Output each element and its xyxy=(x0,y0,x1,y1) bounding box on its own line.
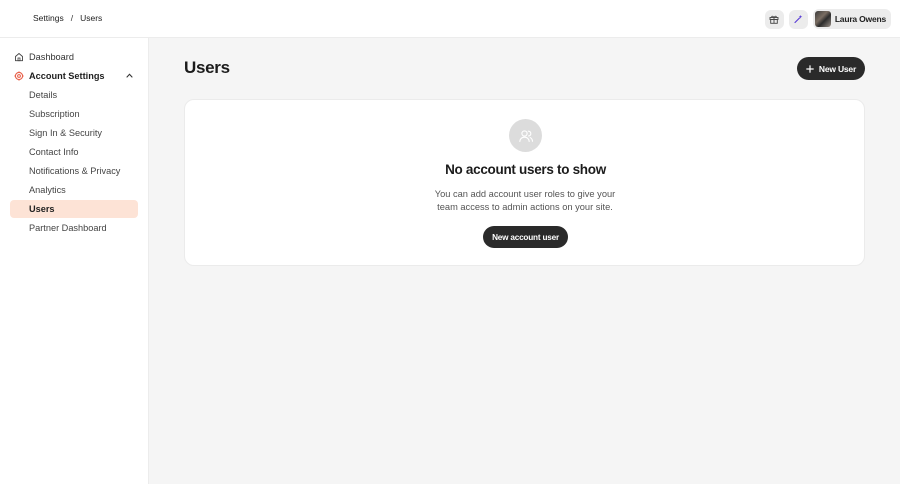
sparkle-button[interactable] xyxy=(788,9,808,29)
sidebar-item-analytics[interactable]: Analytics xyxy=(10,181,138,199)
sidebar-item-label: Subscription xyxy=(29,109,80,119)
empty-state-description: You can add account user roles to give y… xyxy=(434,189,616,212)
gift-icon xyxy=(769,15,779,24)
sidebar-item-label: Account Settings xyxy=(29,71,105,81)
new-user-button[interactable]: New User xyxy=(797,57,865,80)
breadcrumb-settings[interactable]: Settings xyxy=(33,13,64,23)
empty-state-card: No account users to show You can add acc… xyxy=(184,99,865,266)
user-name: Laura Owens xyxy=(834,14,886,24)
user-menu[interactable]: Laura Owens xyxy=(812,9,891,29)
sidebar-item-label: Details xyxy=(29,90,58,100)
top-bar: Settings / Users Laura Owens xyxy=(0,0,900,38)
sidebar-item-account-settings[interactable]: Account Settings xyxy=(10,67,138,85)
gift-button[interactable] xyxy=(764,9,784,29)
breadcrumb-current: Users xyxy=(80,13,103,23)
sidebar-item-label: Contact Info xyxy=(29,147,79,157)
sidebar-item-dashboard[interactable]: Dashboard xyxy=(10,48,138,66)
chevron-up-icon[interactable] xyxy=(125,71,134,82)
home-icon xyxy=(14,52,24,62)
avatar xyxy=(814,11,831,27)
sidebar-item-users[interactable]: Users xyxy=(10,200,138,218)
top-actions: Laura Owens xyxy=(764,9,891,29)
sidebar-item-notifications-privacy[interactable]: Notifications & Privacy xyxy=(10,162,138,180)
sidebar-item-label: Dashboard xyxy=(29,52,74,62)
sidebar-item-subscription[interactable]: Subscription xyxy=(10,105,138,123)
sidebar-item-label: Users xyxy=(29,204,55,214)
page-title: Users xyxy=(184,58,230,77)
gear-icon xyxy=(14,71,24,81)
breadcrumb: Settings / Users xyxy=(33,13,102,23)
plus-icon xyxy=(806,64,814,73)
sidebar-item-label: Partner Dashboard xyxy=(29,223,107,233)
new-account-user-button[interactable]: New account user xyxy=(483,226,568,248)
sidebar: Dashboard Account Settings Details Subsc… xyxy=(0,38,149,484)
sidebar-item-partner-dashboard[interactable]: Partner Dashboard xyxy=(10,219,138,237)
sidebar-item-contact-info[interactable]: Contact Info xyxy=(10,143,138,161)
sidebar-item-label: Analytics xyxy=(29,185,66,195)
sidebar-item-label: Notifications & Privacy xyxy=(29,166,121,176)
sidebar-item-sign-in-security[interactable]: Sign In & Security xyxy=(10,124,138,142)
users-icon xyxy=(509,119,542,152)
sidebar-item-details[interactable]: Details xyxy=(10,86,138,104)
sidebar-item-label: Sign In & Security xyxy=(29,128,103,138)
breadcrumb-separator: / xyxy=(70,13,74,23)
sparkle-icon xyxy=(794,15,803,24)
empty-state-title: No account users to show xyxy=(445,162,606,177)
new-user-label: New User xyxy=(818,63,857,74)
